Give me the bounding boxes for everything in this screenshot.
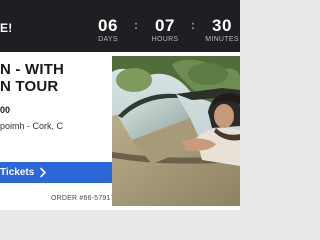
chevron-right-icon (40, 167, 46, 178)
sale-text: E! (0, 21, 13, 35)
countdown-separator: : (191, 18, 195, 32)
countdown-banner: E! 06 DAYS : 07 HOURS : 30 MINUTES (0, 0, 240, 52)
minutes-value: 30 (212, 16, 232, 35)
days-value: 06 (98, 16, 118, 35)
event-title-line-2: N TOUR (0, 78, 59, 95)
event-time: 00 (0, 105, 11, 115)
days-label: DAYS (98, 36, 118, 43)
hours-value: 07 (155, 16, 175, 35)
event-photo (112, 56, 240, 206)
event-title-line-1: N - WITH (0, 61, 65, 78)
countdown-separator: : (134, 18, 138, 32)
tickets-button[interactable]: Tickets (0, 162, 121, 183)
minutes-label: MINUTES (205, 36, 239, 43)
event-title: N - WITH N TOUR (0, 61, 112, 95)
tickets-button-label: Tickets (0, 167, 35, 178)
event-venue: poimh - Cork, C (0, 121, 64, 131)
hours-label: HOURS (151, 36, 179, 43)
event-photo-image (112, 56, 240, 206)
